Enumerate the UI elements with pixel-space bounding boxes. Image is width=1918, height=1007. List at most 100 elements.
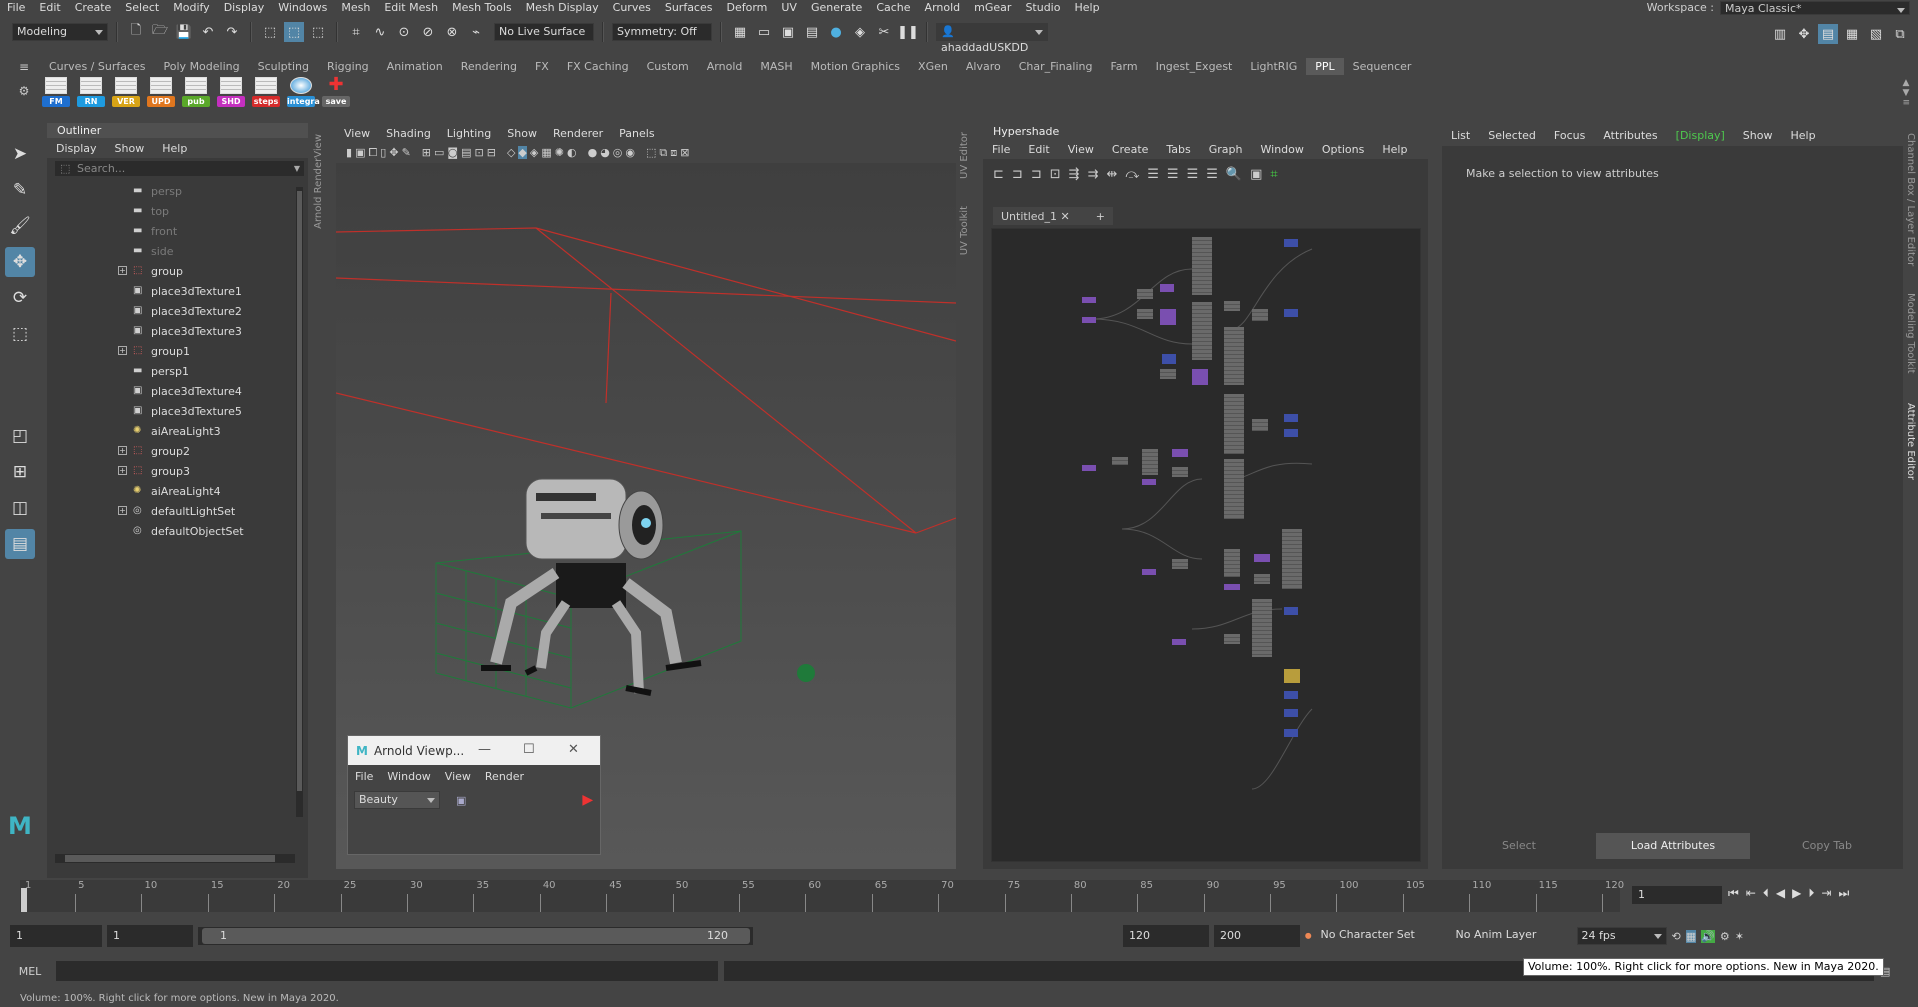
align-icon[interactable]: ⇉ — [1088, 167, 1099, 182]
attr-menu-list[interactable]: List — [1442, 129, 1479, 142]
shading-node[interactable] — [1284, 691, 1298, 699]
shading-node[interactable] — [1224, 459, 1244, 519]
shading-node[interactable] — [1284, 414, 1298, 422]
select-tool-icon[interactable]: ➤ — [5, 139, 35, 169]
shelf-tab-sculpting[interactable]: Sculpting — [249, 58, 318, 75]
maximize-icon[interactable]: ☐ — [523, 742, 535, 757]
outliner-item[interactable]: ▣ place3dTexture4 — [53, 381, 293, 401]
shading-node[interactable] — [1160, 309, 1176, 325]
hypershade-menu-create[interactable]: Create — [1103, 143, 1158, 156]
simple-view-icon[interactable]: ☰ — [1147, 167, 1159, 182]
layout-icon[interactable]: ⇶ — [1069, 167, 1080, 182]
shading-node[interactable] — [1284, 309, 1298, 317]
menu-generate[interactable]: Generate — [804, 0, 869, 15]
attr-menu--display-[interactable]: [Display] — [1667, 129, 1734, 142]
frame-all-icon[interactable]: ⊡ — [1050, 167, 1061, 182]
shelf-scroll-arrows[interactable]: ▲ ▼ ≡ — [1902, 78, 1910, 108]
shading-node[interactable] — [1082, 297, 1096, 303]
outliner-item[interactable]: + ⬚ group2 — [53, 441, 293, 461]
attr-menu-attributes[interactable]: Attributes — [1594, 129, 1666, 142]
shelf-button-ver[interactable]: VER — [110, 77, 140, 109]
viewport-menu-panels[interactable]: Panels — [611, 127, 662, 140]
wireframe-on-shaded-icon[interactable]: ◈ — [530, 146, 538, 159]
rotate-tool-icon[interactable]: ⟳ — [5, 283, 35, 313]
character-set-dropdown[interactable]: No Character Set — [1316, 927, 1447, 945]
shading-node[interactable] — [1172, 467, 1188, 477]
hypershade-menu-tabs[interactable]: Tabs — [1157, 143, 1199, 156]
menu-surfaces[interactable]: Surfaces — [658, 0, 720, 15]
shading-node[interactable] — [1172, 639, 1186, 645]
modeling-toolkit-icon[interactable]: ✥ — [1794, 24, 1814, 44]
redo-icon[interactable]: ↷ — [222, 22, 242, 42]
smooth-shade-icon[interactable]: ◆ — [518, 146, 527, 159]
current-frame-field[interactable]: 1 — [1632, 886, 1722, 904]
hypershade-tab[interactable]: Hypershade — [983, 124, 1428, 139]
lasso-tool-icon[interactable]: ✎ — [5, 175, 35, 205]
paint-select-icon[interactable]: 🖌 — [5, 211, 35, 241]
menu-modify[interactable]: Modify — [166, 0, 216, 15]
snap-point-icon[interactable]: ⊙ — [394, 22, 414, 42]
menu-curves[interactable]: Curves — [606, 0, 658, 15]
shelf-tab-ppl[interactable]: PPL — [1306, 58, 1344, 75]
shelf-button-shd[interactable]: SHD — [215, 77, 245, 109]
grid-icon[interactable]: ⊞ — [422, 146, 431, 159]
ipr-render-icon[interactable]: ▣ — [778, 22, 798, 42]
open-scene-icon[interactable]: 🗁 — [150, 22, 170, 42]
command-language-label[interactable]: MEL — [10, 965, 50, 978]
shelf-tab-fx[interactable]: FX — [526, 58, 558, 75]
gate-mask-icon[interactable]: ▤ — [461, 146, 471, 159]
outliner-item[interactable]: ▬ side — [53, 241, 293, 261]
node-graph[interactable] — [991, 228, 1421, 862]
select-component-icon[interactable]: ⬚ — [308, 22, 328, 42]
channel-box-icon[interactable]: ▧ — [1866, 24, 1886, 44]
uv-toolkit-side-tab[interactable]: UV Toolkit — [959, 206, 970, 255]
shelf-tab-animation[interactable]: Animation — [378, 58, 452, 75]
shading-node[interactable] — [1224, 584, 1240, 590]
outliner-tab[interactable]: Outliner — [47, 123, 308, 138]
snap-curve-icon[interactable]: ∿ — [370, 22, 390, 42]
xray-active-icon[interactable]: ⊠ — [680, 146, 689, 159]
shading-node[interactable] — [1224, 549, 1240, 577]
hypershade-menu-options[interactable]: Options — [1313, 143, 1373, 156]
menu-edit-mesh[interactable]: Edit Mesh — [377, 0, 445, 15]
layers-icon[interactable]: ⧉ — [1890, 24, 1910, 44]
channel-box-side-tab[interactable]: Channel Box / Layer Editor — [1905, 133, 1916, 266]
go-to-end-icon[interactable]: ⏭ — [1838, 886, 1849, 901]
outliner-item[interactable]: ▣ place3dTexture2 — [53, 301, 293, 321]
audio-volume-icon[interactable]: 🔊 — [1701, 929, 1715, 943]
hypershade-menu-window[interactable]: Window — [1252, 143, 1313, 156]
menu-select[interactable]: Select — [118, 0, 166, 15]
outliner-item[interactable]: + ⬚ group3 — [53, 461, 293, 481]
arnold-render-icon[interactable]: ● — [826, 22, 846, 42]
render-settings-icon[interactable]: ▦ — [730, 22, 750, 42]
shading-node[interactable] — [1224, 301, 1240, 311]
custom-view-icon[interactable]: ☰ — [1206, 167, 1218, 182]
spacing-icon[interactable]: ⇹ — [1106, 167, 1117, 182]
range-slider-handle[interactable]: 1 120 — [202, 928, 750, 944]
shading-node[interactable] — [1137, 309, 1153, 319]
playback-start-field[interactable]: 1 — [107, 925, 193, 947]
screen-space-ao-icon[interactable]: ● — [588, 146, 598, 159]
shelf-tab-curves-surfaces[interactable]: Curves / Surfaces — [40, 58, 155, 75]
shading-node[interactable] — [1192, 369, 1208, 385]
shading-node[interactable] — [1224, 394, 1244, 454]
go-to-start-icon[interactable]: ⏮ — [1728, 886, 1739, 901]
viewport-menu-renderer[interactable]: Renderer — [545, 127, 611, 140]
time-slider-track[interactable]: 1 5 10 15 20 25 30 35 40 45 50 55 60 65 70 75 80 85 90 95 10… — [20, 880, 1624, 912]
four-view-icon[interactable]: ⊞ — [5, 457, 35, 487]
aa-icon[interactable]: ◎ — [613, 146, 623, 159]
outliner-item[interactable]: ▬ front — [53, 221, 293, 241]
move-tool-icon[interactable]: ✥ — [5, 247, 35, 277]
menu-file[interactable]: File — [0, 0, 32, 15]
new-scene-icon[interactable]: 🗋 — [126, 22, 146, 42]
step-forward-key-icon[interactable]: ⇥ — [1821, 886, 1831, 901]
shading-node[interactable] — [1284, 607, 1298, 615]
user-account-dropdown[interactable]: 👤 ahaddadUSKDD — [936, 23, 1048, 54]
attr-menu-show[interactable]: Show — [1734, 129, 1782, 142]
arnold-menu-render[interactable]: Render — [478, 770, 531, 783]
outliner-scrollbar[interactable] — [296, 187, 303, 817]
camera-select-icon[interactable]: ▮ — [346, 146, 352, 159]
graph-in-out-icon[interactable]: ⊐ — [1012, 167, 1023, 182]
outliner-item[interactable]: + ⬚ group1 — [53, 341, 293, 361]
step-forward-frame-icon[interactable]: ⏵ — [1808, 886, 1814, 901]
